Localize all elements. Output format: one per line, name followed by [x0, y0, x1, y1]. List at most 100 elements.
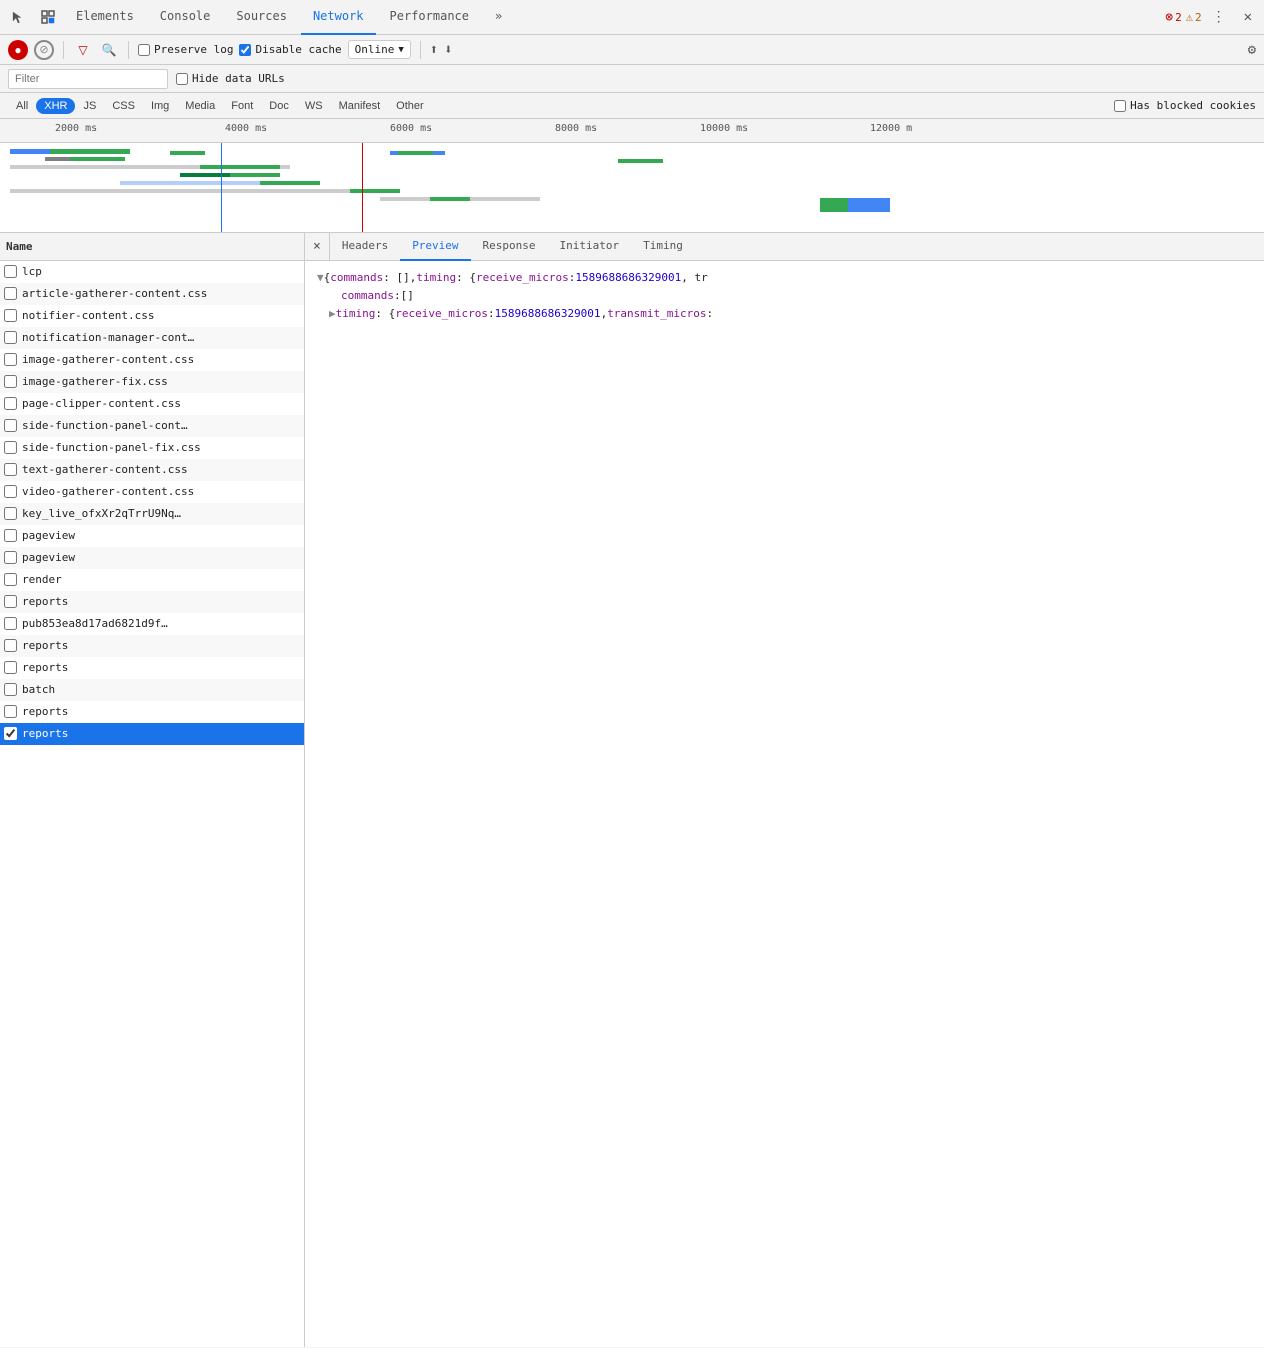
file-checkbox[interactable] [4, 661, 17, 674]
file-item[interactable]: reports [0, 635, 304, 657]
type-font[interactable]: Font [223, 98, 261, 114]
file-checkbox[interactable] [4, 265, 17, 278]
wf-bar-6 [10, 189, 390, 193]
tab-performance[interactable]: Performance [378, 0, 481, 35]
hide-data-urls-checkbox[interactable]: Hide data URLs [176, 72, 285, 85]
file-name: pub853ea8d17ad6821d9f… [22, 617, 168, 630]
type-js[interactable]: JS [75, 98, 104, 114]
toolbar-divider-1 [63, 41, 64, 59]
file-checkbox[interactable] [4, 287, 17, 300]
preview-content: ▼ { commands : [], timing : { receive_mi… [305, 261, 1264, 1347]
wf-bar-3g [200, 165, 280, 169]
inspect-icon[interactable] [34, 3, 62, 31]
file-checkbox[interactable] [4, 705, 17, 718]
disable-cache-checkbox[interactable]: Disable cache [239, 43, 341, 56]
blocked-cookies-checkbox[interactable] [1114, 100, 1126, 112]
file-item[interactable]: reports [0, 657, 304, 679]
file-item[interactable]: notifier-content.css [0, 305, 304, 327]
type-ws[interactable]: WS [297, 98, 331, 114]
filter-input[interactable] [8, 69, 168, 89]
file-item[interactable]: page-clipper-content.css [0, 393, 304, 415]
file-item[interactable]: image-gatherer-fix.css [0, 371, 304, 393]
wf-bar-7g [430, 197, 470, 201]
file-checkbox[interactable] [4, 419, 17, 432]
upload-button[interactable]: ⬆ [430, 42, 438, 58]
wf-bar-6g [350, 189, 400, 193]
file-checkbox[interactable] [4, 683, 17, 696]
file-item[interactable]: key_live_ofxXr2qTrrU9Nq… [0, 503, 304, 525]
filter-button[interactable]: ▽ [73, 40, 93, 60]
file-item[interactable]: text-gatherer-content.css [0, 459, 304, 481]
file-item[interactable]: notification-manager-cont… [0, 327, 304, 349]
wf-label-6000: 6000 ms [390, 123, 432, 134]
more-options-button[interactable]: ⋮ [1206, 5, 1232, 29]
toolbar: ● ⊘ ▽ 🔍 Preserve log Disable cache Onlin… [0, 35, 1264, 65]
file-name: notification-manager-cont… [22, 331, 194, 344]
tab-elements[interactable]: Elements [64, 0, 146, 35]
file-checkbox[interactable] [4, 507, 17, 520]
tab-preview[interactable]: Preview [400, 233, 470, 261]
tab-initiator[interactable]: Initiator [548, 233, 632, 261]
file-name: side-function-panel-fix.css [22, 441, 201, 454]
file-checkbox[interactable] [4, 639, 17, 652]
file-checkbox[interactable] [4, 353, 17, 366]
type-all[interactable]: All [8, 98, 36, 114]
type-xhr[interactable]: XHR [36, 98, 75, 114]
tab-headers[interactable]: Headers [330, 233, 400, 261]
tab-network[interactable]: Network [301, 0, 376, 35]
type-img[interactable]: Img [143, 98, 177, 114]
type-media[interactable]: Media [177, 98, 223, 114]
file-checkbox[interactable] [4, 309, 17, 322]
json-collapse-arrow[interactable]: ▼ [317, 269, 324, 287]
file-item[interactable]: reports [0, 591, 304, 613]
file-item[interactable]: reports [0, 701, 304, 723]
file-item[interactable]: render [0, 569, 304, 591]
file-item[interactable]: pageview [0, 525, 304, 547]
stop-button[interactable]: ⊘ [34, 40, 54, 60]
type-manifest[interactable]: Manifest [331, 98, 389, 114]
network-settings-button[interactable]: ⚙ [1248, 42, 1256, 58]
close-devtools-button[interactable]: ✕ [1236, 5, 1260, 29]
json-line-1: ▼ { commands : [], timing : { receive_mi… [317, 269, 1252, 287]
file-checkbox[interactable] [4, 397, 17, 410]
file-item[interactable]: pub853ea8d17ad6821d9f… [0, 613, 304, 635]
json-expand-arrow[interactable]: ▶ [329, 305, 336, 323]
file-checkbox[interactable] [4, 529, 17, 542]
throttle-select[interactable]: Online ▼ [348, 40, 411, 59]
cursor-icon[interactable] [4, 3, 32, 31]
file-item[interactable]: video-gatherer-content.css [0, 481, 304, 503]
tab-sources[interactable]: Sources [224, 0, 299, 35]
file-item[interactable]: batch [0, 679, 304, 701]
file-checkbox[interactable] [4, 441, 17, 454]
file-item[interactable]: pageview [0, 547, 304, 569]
download-button[interactable]: ⬇ [444, 42, 452, 58]
file-item[interactable]: article-gatherer-content.css [0, 283, 304, 305]
preserve-log-checkbox[interactable]: Preserve log [138, 43, 233, 56]
file-checkbox[interactable] [4, 551, 17, 564]
wf-bar-t1 [170, 151, 205, 155]
file-checkbox[interactable] [4, 573, 17, 586]
tab-console[interactable]: Console [148, 0, 223, 35]
detail-close-button[interactable]: × [305, 233, 330, 261]
file-name: video-gatherer-content.css [22, 485, 194, 498]
file-checkbox[interactable] [4, 463, 17, 476]
file-item[interactable]: lcp [0, 261, 304, 283]
search-button[interactable]: 🔍 [99, 40, 119, 60]
tab-more[interactable]: » [483, 0, 514, 35]
file-checkbox[interactable] [4, 485, 17, 498]
file-checkbox[interactable] [4, 617, 17, 630]
file-item[interactable]: side-function-panel-cont… [0, 415, 304, 437]
type-css[interactable]: CSS [104, 98, 143, 114]
type-doc[interactable]: Doc [261, 98, 297, 114]
file-checkbox[interactable] [4, 595, 17, 608]
file-checkbox[interactable] [4, 727, 17, 740]
tab-timing[interactable]: Timing [631, 233, 695, 261]
record-button[interactable]: ● [8, 40, 28, 60]
file-item[interactable]: reports [0, 723, 304, 745]
file-checkbox[interactable] [4, 331, 17, 344]
file-item[interactable]: image-gatherer-content.css [0, 349, 304, 371]
type-other[interactable]: Other [388, 98, 432, 114]
file-checkbox[interactable] [4, 375, 17, 388]
file-item[interactable]: side-function-panel-fix.css [0, 437, 304, 459]
tab-response[interactable]: Response [471, 233, 548, 261]
